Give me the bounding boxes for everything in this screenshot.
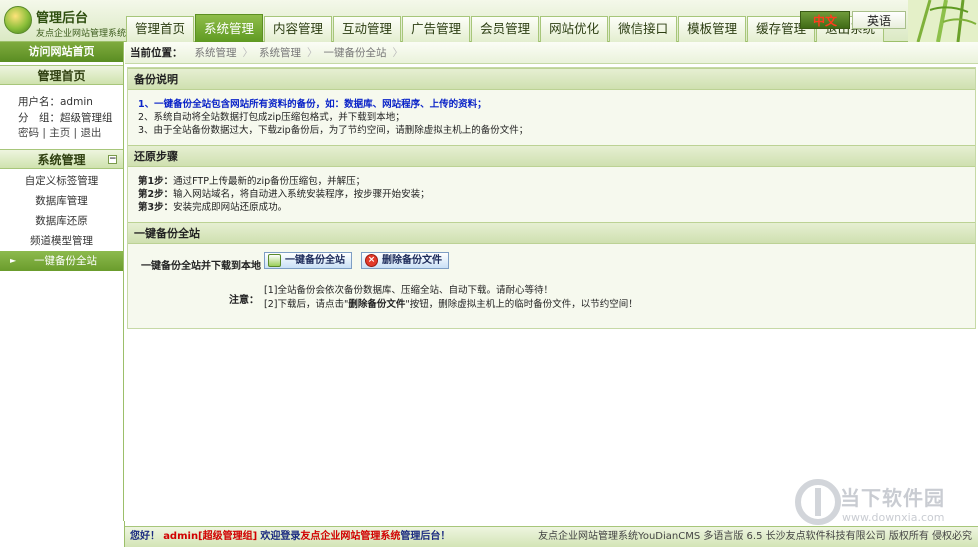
note-line2: [2]下载后，请点击"删除备份文件"按钮，删除虚拟主机上的临时备份文件，以节约空…: [264, 299, 638, 310]
user-links: 密码 | 主页 | 退出: [18, 127, 102, 139]
lang-chinese-button[interactable]: 中文: [800, 11, 850, 29]
backup-section: 一键备份全站并下载到本地 一键备份全站 × 删除备份文件 注意： [1]全站备份…: [128, 244, 975, 314]
footer-copyright: 友点企业网站管理系统YouDianCMS 多语言版 6.5 长沙友点软件科技有限…: [538, 531, 972, 542]
note-text: [1]全站备份会依次备份数据库、压缩全站、自动下载。请耐心等待！ [2]下载后，…: [264, 284, 638, 312]
homepage-link[interactable]: 主页: [49, 127, 70, 139]
restore-step2: 第2步：输入网站域名，将自动进入系统安装程序，按步骤开始安装；: [138, 189, 430, 200]
menu-item-backup-label: 一键备份全站: [34, 255, 97, 267]
backup-desc-line2: 2、系统自动将全站数据打包成zip压缩包格式，并下载到本地；: [138, 112, 405, 123]
collapse-icon[interactable]: −: [108, 155, 117, 164]
breadcrumb-separator-icon: 〉: [242, 47, 254, 59]
tab-content[interactable]: 内容管理: [264, 16, 333, 42]
breadcrumb-current: 一键备份全站: [323, 47, 387, 59]
tab-seo[interactable]: 网站优化: [540, 16, 609, 42]
tab-home[interactable]: 管理首页: [126, 16, 195, 42]
arrow-right-icon: ►: [10, 256, 17, 265]
watermark-brand: 当下软件园: [840, 486, 945, 510]
lang-english-button[interactable]: 英语: [852, 11, 906, 29]
restore-step1: 第1步：通过FTP上传最新的zip备份压缩包，并解压；: [138, 176, 366, 187]
tab-system[interactable]: 系统管理: [195, 14, 264, 42]
breadcrumb-label: 当前位置：: [130, 47, 183, 59]
backup-desc-line3: 3、由于全站备份数据过大，下载zip备份后，为了节约空间，请删除虚拟主机上的备份…: [138, 125, 529, 136]
logo-title: 管理后台: [36, 11, 89, 26]
top-header: 管理后台 友点企业网站管理系统 管理首页 系统管理 内容管理 互动管理 广告管理…: [0, 0, 978, 42]
logo-icon: [4, 6, 32, 34]
tab-wechat[interactable]: 微信接口: [609, 16, 678, 42]
logo: 管理后台 友点企业网站管理系统: [4, 4, 126, 40]
footer: 您好！ admin[超级管理组] 欢迎登录友点企业网站管理系统管理后台！ 友点企…: [125, 526, 978, 547]
tab-ads[interactable]: 广告管理: [402, 16, 471, 42]
menu-item-database[interactable]: 数据库管理: [0, 191, 123, 211]
logo-subtitle: 友点企业网站管理系统: [36, 29, 127, 39]
backup-all-button[interactable]: 一键备份全站: [264, 252, 352, 269]
delete-backup-button[interactable]: × 删除备份文件: [361, 252, 449, 269]
bamboo-decoration-icon: [908, 0, 978, 42]
delete-icon: ×: [365, 254, 378, 267]
menu-item-channel-models[interactable]: 频道模型管理: [0, 231, 123, 251]
backup-desc-line1: 1、一键备份全站包含网站所有资料的备份，如：数据库、网站程序、上传的资料；: [138, 99, 487, 110]
sidebar-system-header[interactable]: 系统管理 −: [0, 149, 123, 169]
watermark-url: www.downxia.com: [842, 511, 945, 524]
backup-header: 一键备份全站: [128, 222, 975, 244]
menu-item-db-restore[interactable]: 数据库还原: [0, 211, 123, 231]
footer-welcome: 您好！ admin[超级管理组] 欢迎登录友点企业网站管理系统管理后台！: [130, 531, 451, 542]
restore-header: 还原步骤: [128, 145, 975, 167]
backup-icon: [268, 254, 281, 267]
sidebar: 访问网站首页 管理首页 用户名：admin 分 组：超级管理组 密码 | 主页 …: [0, 42, 124, 521]
restore-body: 第1步：通过FTP上传最新的zip备份压缩包，并解压； 第2步：输入网站域名，将…: [128, 167, 975, 222]
tab-templates[interactable]: 模板管理: [678, 16, 747, 42]
backup-all-label: 一键备份全站: [285, 255, 345, 266]
visit-site-button[interactable]: 访问网站首页: [0, 42, 123, 62]
backup-desc-header: 备份说明: [128, 68, 975, 90]
breadcrumb-item[interactable]: 系统管理: [253, 45, 307, 60]
menu-item-custom-tags[interactable]: 自定义标签管理: [0, 171, 123, 191]
main-nav: 管理首页 系统管理 内容管理 互动管理 广告管理 会员管理 网站优化 微信接口 …: [126, 14, 885, 42]
logout-link[interactable]: 退出: [80, 127, 101, 139]
breadcrumb-separator-icon: 〉: [307, 47, 318, 59]
username-line: 用户名：admin: [18, 96, 93, 108]
note-label: 注意：: [229, 295, 259, 306]
tab-members[interactable]: 会员管理: [471, 16, 540, 42]
menu-item-backup[interactable]: ► 一键备份全站: [0, 251, 123, 271]
breadcrumb-separator-icon: 〉: [392, 47, 404, 59]
sidebar-system-label: 系统管理: [37, 153, 86, 167]
breadcrumb-item[interactable]: 系统管理: [189, 45, 243, 60]
sidebar-bottom: [0, 521, 125, 547]
password-link[interactable]: 密码: [18, 127, 39, 139]
tab-interaction[interactable]: 互动管理: [333, 16, 402, 42]
main-panel: 备份说明 1、一键备份全站包含网站所有资料的备份，如：数据库、网站程序、上传的资…: [127, 67, 976, 329]
restore-step3: 第3步：安装完成即网站还原成功。: [138, 202, 288, 213]
user-info: 用户名：admin 分 组：超级管理组: [0, 85, 123, 126]
note-line1: [1]全站备份会依次备份数据库、压缩全站、自动下载。请耐心等待！: [264, 285, 553, 296]
sidebar-home-header[interactable]: 管理首页: [0, 65, 123, 85]
breadcrumb: 当前位置： 系统管理 〉 系统管理 〉 一键备份全站 〉: [125, 42, 978, 64]
system-menu: 自定义标签管理 数据库管理 数据库还原 频道模型管理 ► 一键备份全站: [0, 171, 123, 271]
backup-row-label: 一键备份全站并下载到本地: [141, 261, 261, 272]
footer-user: admin[超级管理组]: [163, 531, 258, 542]
backup-desc-body: 1、一键备份全站包含网站所有资料的备份，如：数据库、网站程序、上传的资料； 2、…: [128, 90, 975, 145]
delete-backup-label: 删除备份文件: [382, 255, 442, 266]
group-line: 分 组：超级管理组: [18, 112, 113, 124]
